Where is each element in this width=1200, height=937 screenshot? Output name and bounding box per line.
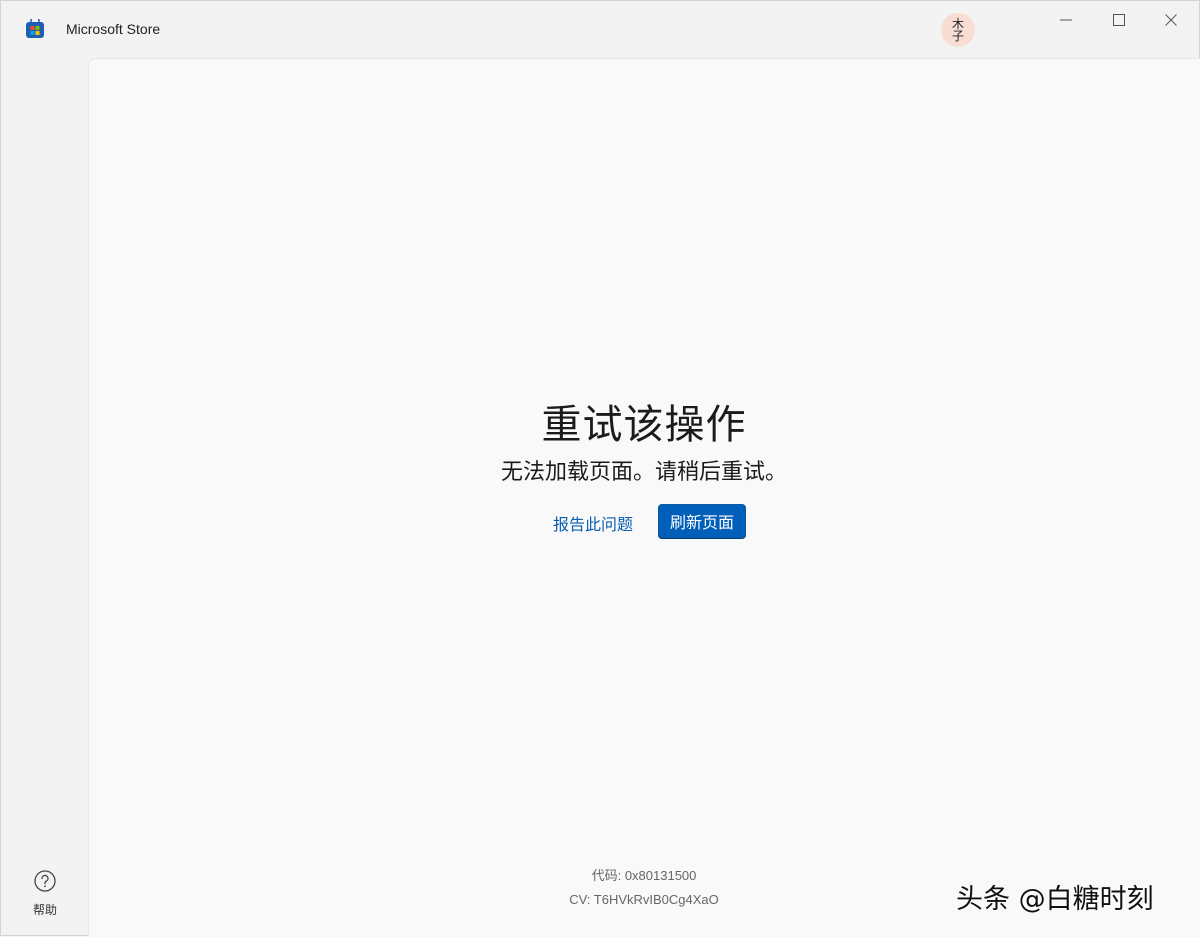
store-logo-icon xyxy=(25,19,45,39)
maximize-button[interactable] xyxy=(1099,7,1139,33)
app-title: Microsoft Store xyxy=(66,21,160,37)
minimize-icon xyxy=(1059,13,1073,27)
report-problem-link[interactable]: 报告此问题 xyxy=(553,511,633,535)
maximize-icon xyxy=(1112,13,1126,27)
minimize-button[interactable] xyxy=(1046,7,1086,33)
nav-rail xyxy=(1,57,88,937)
avatar-char-2: 子 xyxy=(952,30,964,42)
watermark: 头条 @白糖时刻 xyxy=(956,877,1154,916)
help-icon xyxy=(33,869,57,893)
user-avatar[interactable]: 木 子 xyxy=(941,13,975,47)
help-label: 帮助 xyxy=(23,901,67,918)
error-message: 无法加载页面。请稍后重试。 xyxy=(89,454,1199,486)
app-window: Microsoft Store 木 子 帮助 xyxy=(0,0,1200,936)
help-nav-item[interactable]: 帮助 xyxy=(23,867,67,919)
close-button[interactable] xyxy=(1151,7,1191,33)
content-pane: 重试该操作 无法加载页面。请稍后重试。 报告此问题 刷新页面 代码: 0x801… xyxy=(88,58,1200,937)
close-icon xyxy=(1164,13,1178,27)
title-bar[interactable]: Microsoft Store 木 子 xyxy=(1,1,1200,57)
refresh-page-button[interactable]: 刷新页面 xyxy=(658,504,746,538)
error-title: 重试该操作 xyxy=(89,392,1199,450)
